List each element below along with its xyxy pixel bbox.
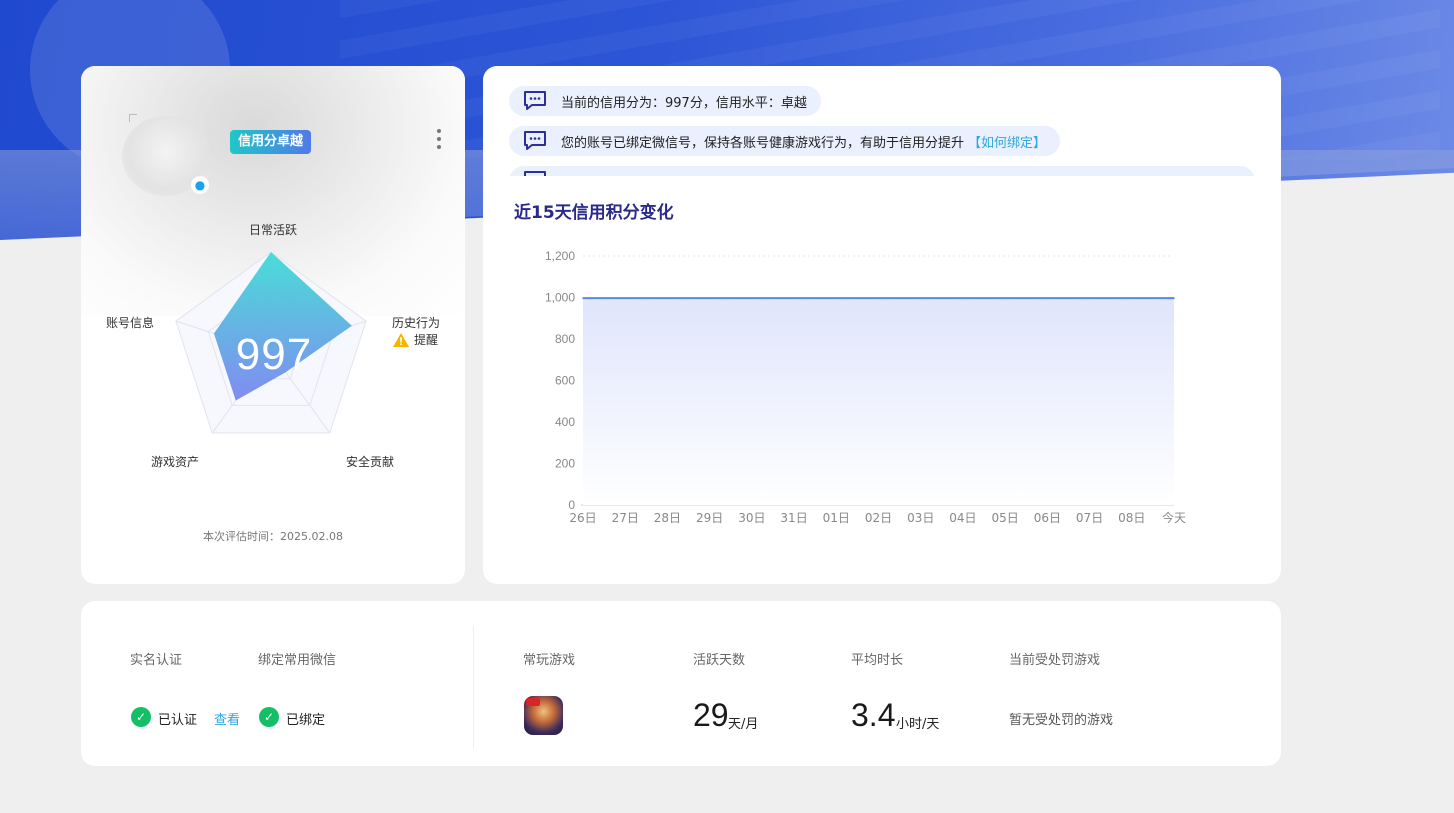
avg-time-unit: 小时/天 — [896, 717, 940, 732]
realname-status: 已认证 — [158, 713, 198, 728]
account-summary-card: 实名认证 绑定常用微信 ✓ 已认证 查看 ✓ 已绑定 常玩游戏 活跃天数 平均时… — [81, 601, 1281, 766]
game-icon[interactable] — [524, 696, 563, 735]
x-tick-label: 30日 — [738, 511, 765, 525]
view-realname-link[interactable]: 查看 — [214, 709, 240, 728]
divider — [473, 625, 474, 749]
history-warning[interactable]: 提醒 — [393, 331, 438, 348]
chart-point — [793, 297, 795, 299]
chart-point — [919, 297, 922, 299]
y-tick-label: 0 — [568, 498, 575, 512]
active-days-unit: 天/月 — [728, 717, 759, 732]
active-days-label: 活跃天数 — [693, 653, 746, 668]
chart-point — [624, 297, 627, 299]
y-tick-label: 400 — [555, 415, 575, 429]
radar-label-history: 历史行为 — [392, 316, 441, 330]
x-tick-label: 01日 — [823, 511, 850, 525]
chart-point — [708, 297, 711, 299]
punish-label: 当前受处罚游戏 — [1009, 653, 1101, 668]
chart-point — [1004, 297, 1006, 299]
radar-label-account: 账号信息 — [106, 316, 155, 330]
x-tick-label: 26日 — [569, 511, 596, 525]
bound-check-icon: ✓ — [259, 707, 279, 727]
y-tick-label: 1,000 — [545, 291, 575, 305]
chart-point — [877, 297, 880, 299]
x-tick-label: 08日 — [1118, 511, 1145, 525]
warning-icon — [393, 332, 409, 347]
x-tick-label: 27日 — [612, 511, 639, 525]
x-tick-label: 31日 — [780, 511, 807, 525]
credit-score-card: ● 信用分卓越 日常活跃 历史行为 提醒 安全贡献 游戏资产 账号信息 997 … — [81, 66, 465, 584]
x-tick-label: 今天 — [1162, 510, 1186, 525]
x-tick-label: 29日 — [696, 511, 723, 525]
history-warning-text: 提醒 — [414, 333, 439, 347]
chart-area — [583, 298, 1174, 505]
x-tick-label: 05日 — [992, 511, 1019, 525]
chart-point — [1088, 297, 1091, 299]
chart-point — [962, 297, 964, 299]
x-tick-label: 07日 — [1076, 511, 1103, 525]
evaluation-time: 本次评估时间：2025.02.08 — [203, 530, 343, 543]
y-tick-label: 800 — [555, 332, 575, 346]
chart-point — [582, 297, 584, 299]
x-tick-label: 02日 — [865, 511, 892, 525]
games-label: 常玩游戏 — [523, 653, 576, 668]
credit-score-value: 997 — [235, 330, 313, 379]
radar-label-security: 安全贡献 — [346, 455, 395, 469]
y-tick-label: 200 — [555, 457, 575, 471]
chart-point — [1173, 297, 1175, 299]
realname-label: 实名认证 — [130, 653, 183, 668]
chart-point — [1046, 297, 1049, 299]
x-tick-label: 06日 — [1034, 511, 1061, 525]
active-days-value: 29 — [693, 697, 729, 733]
y-tick-label: 1,200 — [545, 249, 575, 263]
radar-chart — [175, 251, 367, 434]
punish-value: 暂无受处罚的游戏 — [1009, 713, 1114, 728]
chart-point — [666, 297, 669, 299]
x-tick-label: 03日 — [907, 511, 934, 525]
y-tick-label: 600 — [555, 374, 575, 388]
wechat-label: 绑定常用微信 — [258, 653, 337, 668]
x-tick-label: 04日 — [949, 511, 976, 525]
credit-trend-chart: 0 200 400 600 800 1,000 1,200 26日 27日 28日 29日 30日 31… — [545, 249, 1186, 525]
verified-check-icon: ✓ — [131, 707, 151, 727]
chart-point — [835, 297, 838, 299]
chart-point — [751, 297, 753, 299]
x-tick-label: 28日 — [654, 511, 681, 525]
avg-time-label: 平均时长 — [851, 653, 904, 668]
radar-label-daily-active: 日常活跃 — [249, 223, 298, 237]
radar-label-assets: 游戏资产 — [151, 455, 200, 469]
avg-time-value: 3.4 — [851, 697, 896, 733]
credit-trend-card: 当前的信用分为：997分，信用水平：卓越 您的账号已绑定微信号，保持各账号健康游… — [483, 66, 1281, 584]
wechat-status: 已绑定 — [286, 713, 326, 728]
chart-point — [1130, 297, 1133, 299]
